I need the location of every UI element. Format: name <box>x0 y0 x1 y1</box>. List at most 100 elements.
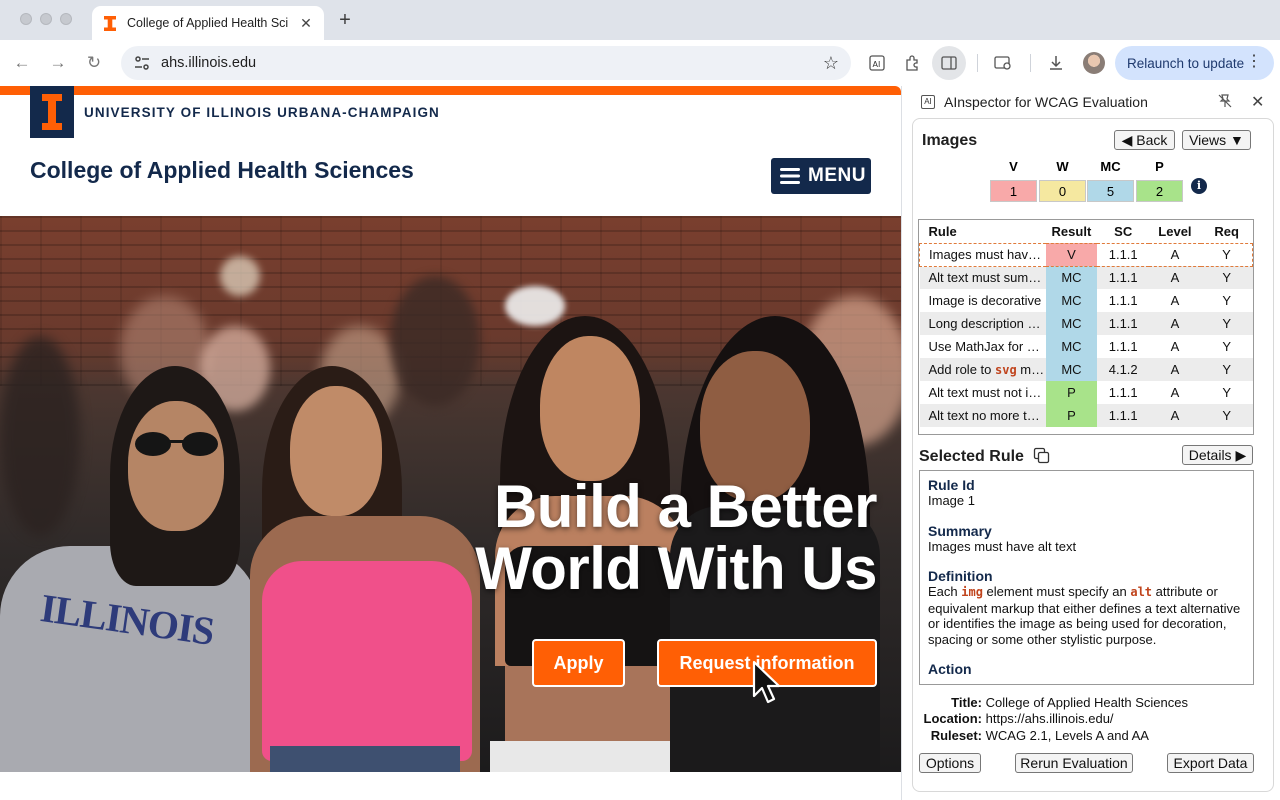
university-wordmark[interactable]: UNIVERSITY OF ILLINOIS URBANA-CHAMPAIGN <box>84 105 440 120</box>
tab-close-icon[interactable]: ✕ <box>298 15 314 32</box>
col-header-req[interactable]: Req <box>1201 220 1253 243</box>
rule-text: markup <box>1020 362 1045 377</box>
summary-label-passed: P <box>1155 159 1164 174</box>
site-settings-icon[interactable] <box>133 54 151 72</box>
req-cell: Y <box>1200 242 1253 267</box>
meta-title-value: College of Applied Health Sciences <box>985 695 1188 710</box>
table-row[interactable]: Alt text must summarize MC 1.1.1 A Y <box>919 266 1253 289</box>
summary-label-warnings: W <box>1056 159 1069 174</box>
summary-value: Images must have alt text <box>928 538 1077 554</box>
level-cell: A <box>1170 339 1180 354</box>
ainspector-logo-icon: AI <box>921 95 935 109</box>
meta-location-row: Location: https://ahs.illinois.edu/ <box>920 711 1114 726</box>
meta-title-label: Title: <box>951 695 982 710</box>
sc-cell: 1.1.1 <box>1097 242 1150 267</box>
req-cell: Y <box>1222 293 1231 308</box>
rule-id-value: Image 1 <box>928 493 975 508</box>
illinois-favicon-icon <box>102 15 118 31</box>
result-cell: MC <box>1045 335 1098 358</box>
zoom-window-button[interactable] <box>60 13 72 25</box>
profile-avatar[interactable] <box>1083 52 1105 74</box>
level-cell: A <box>1170 385 1180 400</box>
table-row[interactable]: Use MathJax for math MC 1.1.1 A Y <box>920 335 1253 358</box>
forward-arrow-icon[interactable]: → <box>47 52 69 74</box>
req-cell: Y <box>1200 358 1253 381</box>
definition-value: Each img element must specify an alt att… <box>928 584 1241 647</box>
minimize-window-button[interactable] <box>40 13 52 25</box>
copy-icon[interactable] <box>1033 447 1050 469</box>
ainspector-extension-icon[interactable]: AI <box>866 52 888 74</box>
mouse-pointer-icon <box>752 660 782 711</box>
level-cell: A <box>1170 293 1180 308</box>
rerun-evaluation-button[interactable]: Rerun Evaluation <box>1015 753 1133 773</box>
back-button[interactable]: ◀ Back <box>1114 130 1175 150</box>
new-tab-icon[interactable]: + <box>335 9 355 32</box>
menu-button[interactable]: MENU <box>771 158 871 194</box>
info-icon[interactable]: i <box>1191 178 1207 194</box>
result-cell: MC <box>1045 266 1098 289</box>
rule-id-label: Rule Id <box>928 477 975 493</box>
bookmark-star-icon[interactable]: ☆ <box>823 53 839 74</box>
reload-icon[interactable]: ↻ <box>83 52 105 74</box>
definition-code: alt <box>1130 585 1153 599</box>
table-row[interactable]: Alt text must not include P 1.1.1 A Y <box>920 381 1253 404</box>
summary-label-manual-checks: MC <box>1100 159 1121 174</box>
tab-bar: College of Applied Health Sci ✕ + <box>0 0 1280 40</box>
rule-code: svg <box>995 363 1017 377</box>
url-text: ahs.illinois.edu <box>161 55 257 71</box>
tab-search-icon[interactable] <box>992 52 1014 74</box>
rule-cell: Add role to svg markup <box>919 358 1046 381</box>
sc-cell: 1.1.1 <box>1108 385 1138 400</box>
address-bar[interactable]: ahs.illinois.edu ☆ <box>121 46 851 80</box>
apply-button[interactable]: Apply <box>532 639 625 687</box>
unpin-icon[interactable] <box>1218 94 1232 111</box>
table-row[interactable]: Image is decorative MC 1.1.1 A Y <box>920 289 1253 312</box>
table-row[interactable]: Images must have alt text V 1.1.1 A Y <box>919 242 1253 267</box>
table-row[interactable]: Add role to svg markup MC 4.1.2 A Y <box>919 358 1253 381</box>
req-cell: Y <box>1200 404 1253 427</box>
close-panel-icon[interactable]: ✕ <box>1251 92 1264 112</box>
summary-violations-count: 1 <box>990 180 1037 202</box>
meta-ruleset-value: WCAG 2.1, Levels A and AA <box>985 728 1149 743</box>
background-cap <box>505 286 565 326</box>
college-title[interactable]: College of Applied Health Sciences <box>30 157 414 184</box>
tab-title: College of Applied Health Sci <box>127 16 289 30</box>
back-arrow-icon[interactable]: ← <box>11 52 33 74</box>
table-row[interactable]: Alt text no more than P 1.1.1 A Y <box>919 404 1253 427</box>
views-button[interactable]: Views ▼ <box>1182 130 1251 150</box>
brand-bar <box>0 86 901 95</box>
hero-heading-line-1: Build a Better <box>493 473 878 540</box>
level-cell: A <box>1149 242 1201 267</box>
more-menu-icon[interactable]: ⋮ <box>1246 53 1262 71</box>
background-person <box>0 336 80 536</box>
result-cell: MC <box>1045 312 1098 335</box>
rule-cell: Long description must <box>919 312 1046 335</box>
result-cell: P <box>1045 381 1098 404</box>
download-icon[interactable] <box>1045 52 1067 74</box>
background-person <box>390 276 480 406</box>
options-button[interactable]: Options <box>919 753 981 773</box>
illinois-block-i-logo[interactable] <box>30 86 74 138</box>
summary-manual-checks-count: 5 <box>1087 180 1134 202</box>
relaunch-button[interactable]: Relaunch to update ⋮ <box>1115 46 1274 80</box>
close-window-button[interactable] <box>20 13 32 25</box>
meta-location-label: Location: <box>923 711 983 726</box>
extensions-puzzle-icon[interactable] <box>902 52 924 74</box>
col-header-result[interactable]: Result <box>1046 220 1098 243</box>
summary-passed-count: 2 <box>1136 180 1183 202</box>
rule-cell: Image is decorative <box>928 293 1042 308</box>
meta-title-row: Title: College of Applied Health Science… <box>930 695 1188 710</box>
table-row[interactable]: Long description must MC 1.1.1 A Y <box>919 312 1253 335</box>
details-button[interactable]: Details ▶ <box>1182 445 1253 465</box>
toolbar-divider <box>1030 54 1031 72</box>
meta-ruleset-label: Ruleset: <box>930 728 982 743</box>
rule-details-box[interactable]: Rule Id Image 1 Summary Images must have… <box>919 470 1254 685</box>
rule-cell: Alt text must not include <box>928 385 1046 400</box>
side-panel-icon[interactable] <box>932 46 966 80</box>
col-header-level[interactable]: Level <box>1149 220 1201 243</box>
browser-tab[interactable]: College of Applied Health Sci ✕ <box>92 6 324 40</box>
col-header-sc[interactable]: SC <box>1097 220 1149 243</box>
selected-rule-title: Selected Rule <box>919 448 1024 465</box>
col-header-rule[interactable]: Rule <box>920 220 1046 243</box>
export-data-button[interactable]: Export Data <box>1167 753 1254 773</box>
